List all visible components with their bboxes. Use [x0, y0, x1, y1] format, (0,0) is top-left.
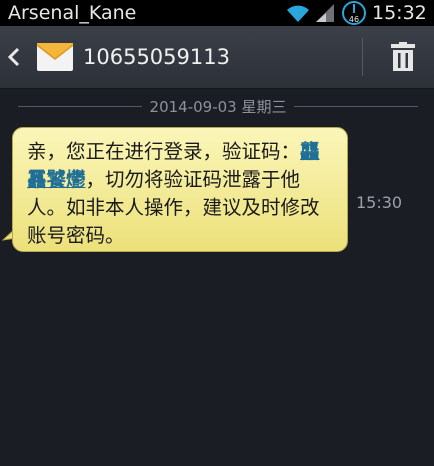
- conversation-header: 10655059113: [0, 26, 434, 89]
- message-time: 15:30: [356, 193, 403, 212]
- status-time: 15:32: [372, 2, 427, 24]
- envelope-icon[interactable]: [36, 39, 74, 75]
- message-text-start: 亲，您正在进行登录，验证码：: [27, 140, 301, 163]
- header-divider: [362, 38, 363, 76]
- wifi-icon: [287, 5, 309, 22]
- trash-icon[interactable]: [390, 42, 416, 72]
- message-bubble[interactable]: 亲，您正在进行登录，验证码：龘靐饕爩，切勿将验证码泄露于他人。如非本人操作，建议…: [12, 127, 348, 252]
- chevron-left-icon: [8, 47, 20, 67]
- date-separator: 2014-09-03 星期三: [18, 95, 419, 117]
- timer-icon: 46: [342, 1, 366, 25]
- back-button[interactable]: [8, 43, 24, 71]
- timer-badge: 46: [349, 15, 359, 24]
- status-bar: Arsenal_Kane 46 15:32: [0, 0, 434, 26]
- carrier-name: Arsenal_Kane: [8, 2, 137, 24]
- separator-line-left: [18, 105, 142, 107]
- signal-icon: [316, 4, 334, 22]
- separator-line-right: [294, 105, 419, 107]
- contact-number: 10655059113: [83, 45, 230, 69]
- date-label: 2014-09-03 星期三: [149, 97, 287, 116]
